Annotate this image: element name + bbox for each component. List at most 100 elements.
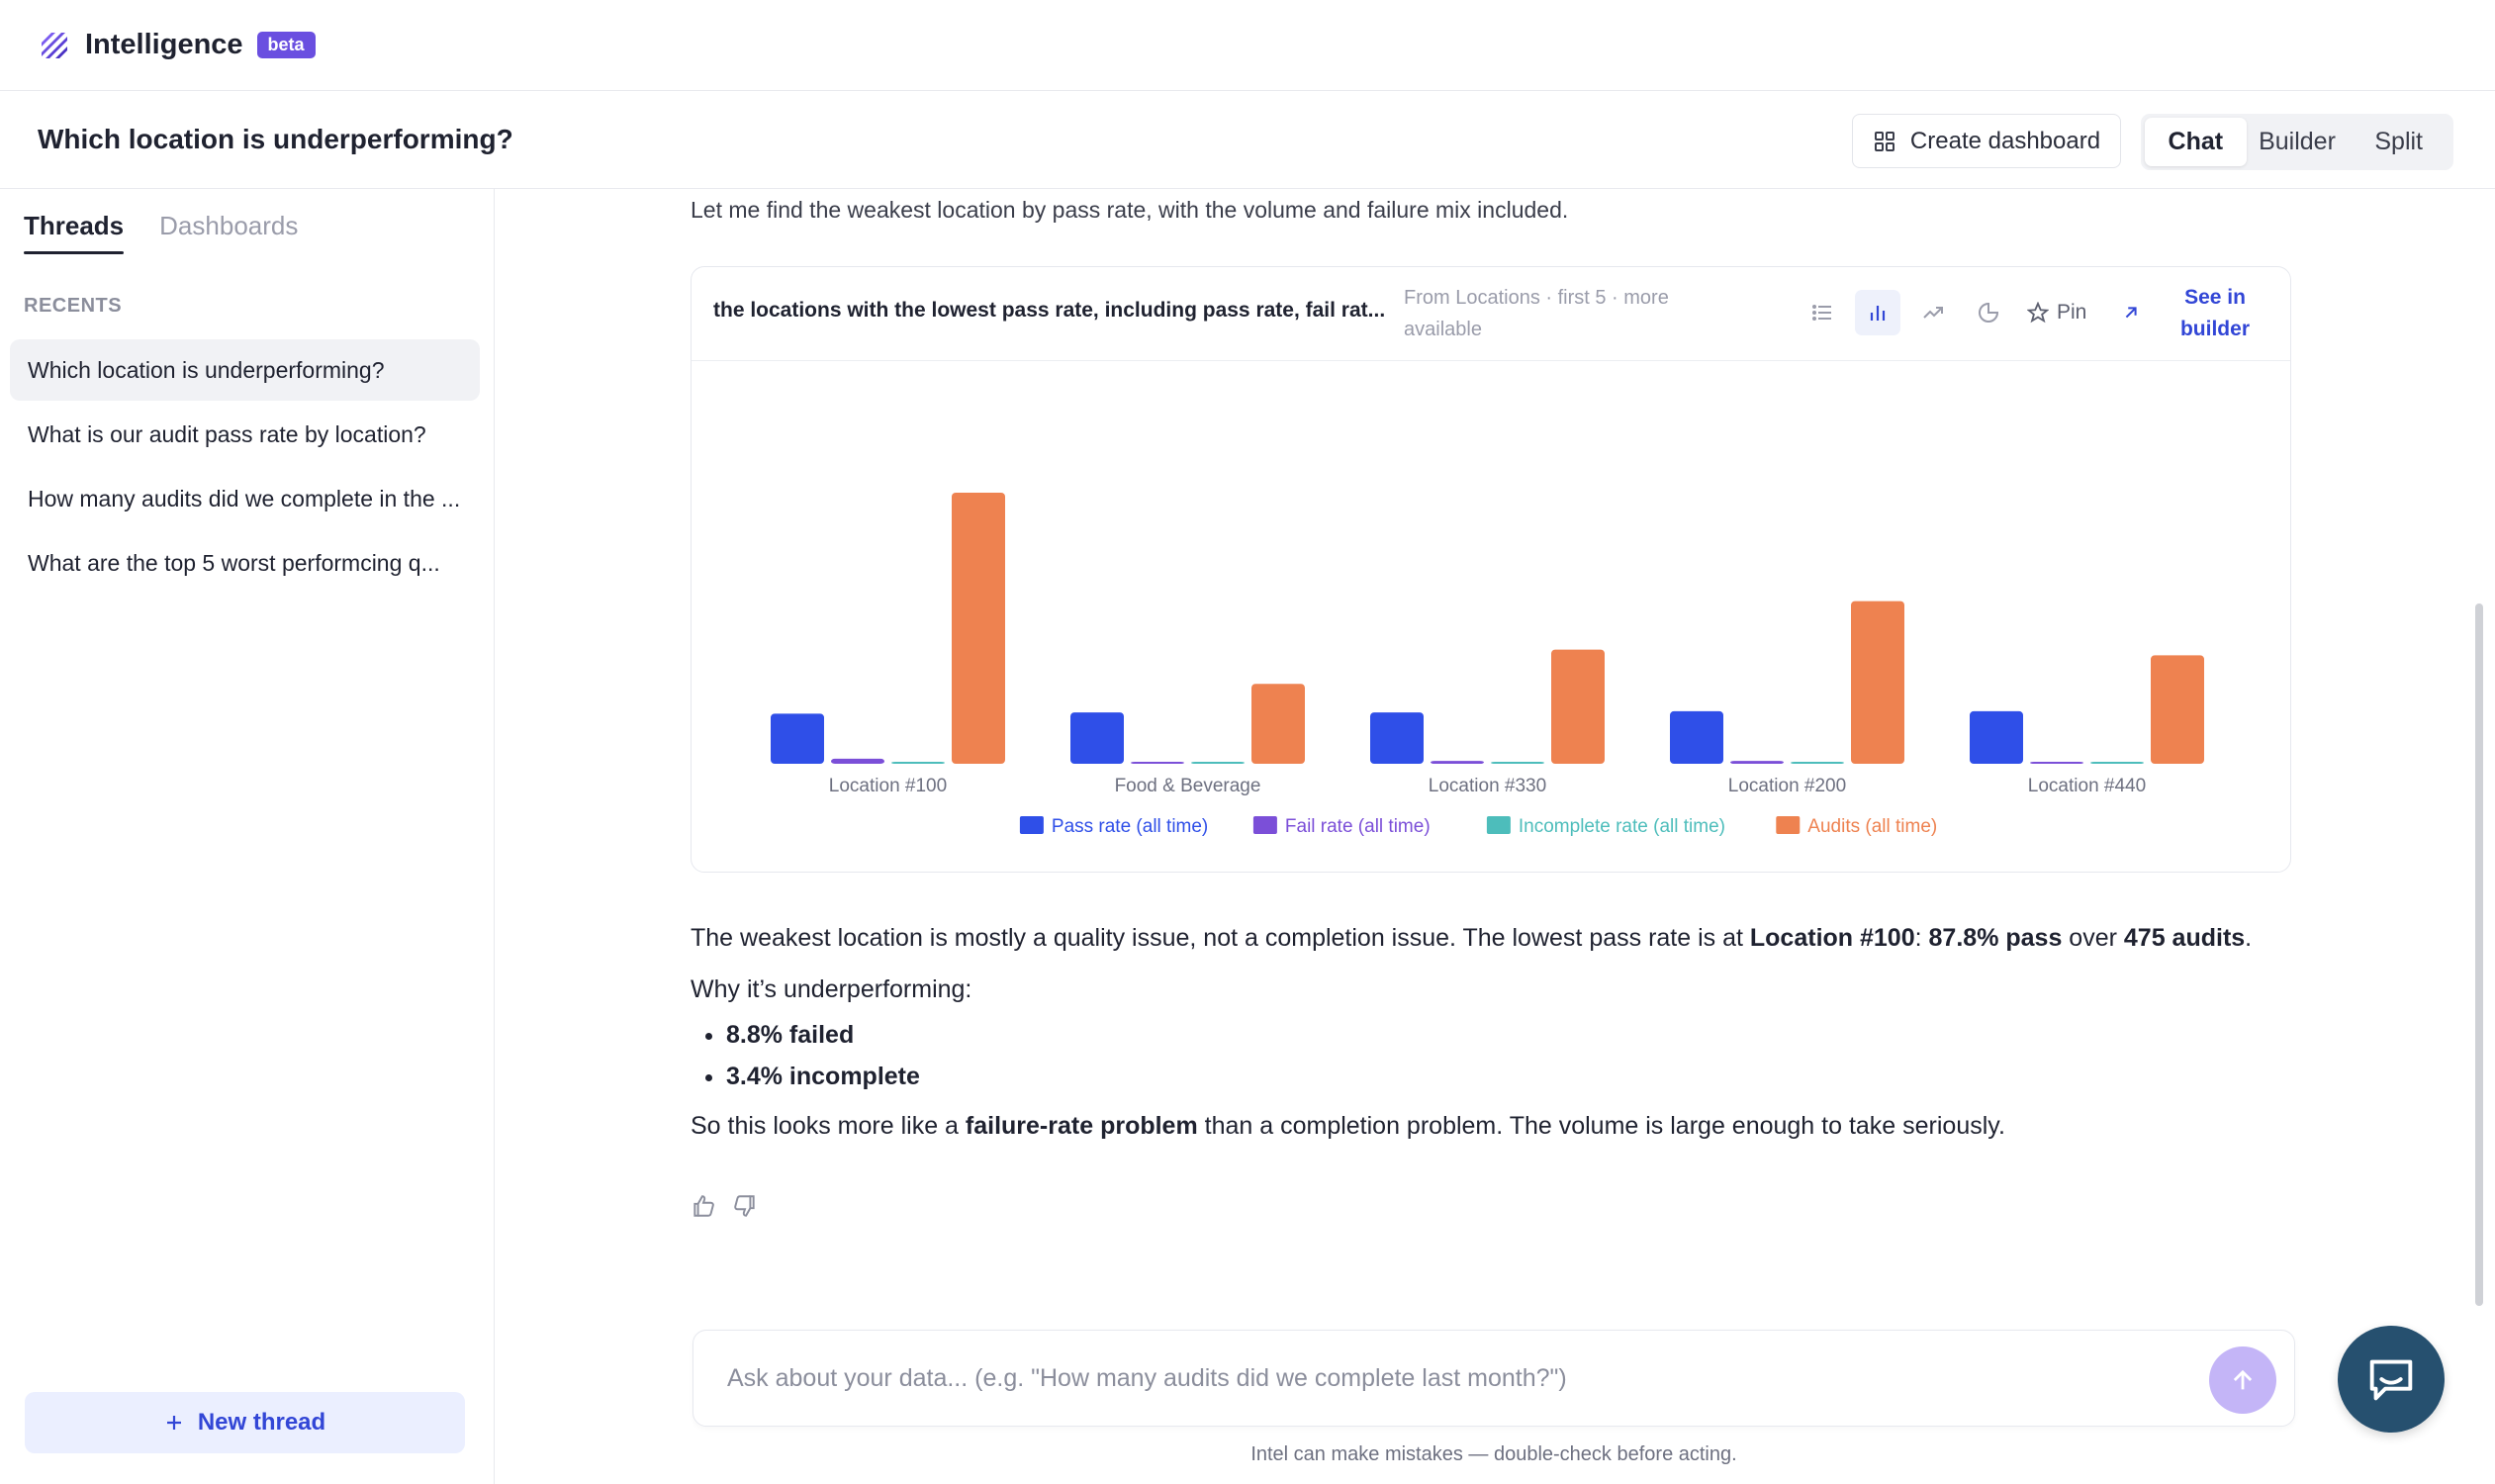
bar-3-4[interactable] — [2151, 655, 2204, 764]
line-chart-view-button[interactable] — [1910, 290, 1956, 335]
trend-icon — [1923, 307, 1943, 319]
x-tick-label: Location #200 — [1728, 776, 1846, 796]
sidebar-tabs: Threads Dashboards — [24, 189, 298, 262]
answer-highlight: Location #100 — [1749, 924, 1915, 952]
bar-2-0[interactable] — [891, 762, 945, 764]
legend-swatch — [1776, 816, 1801, 834]
scrollbar[interactable] — [2475, 603, 2483, 1306]
plus-icon — [166, 1416, 181, 1430]
bar-0-0[interactable] — [771, 713, 824, 764]
chart-question: the locations with the lowest pass rate,… — [713, 299, 1386, 322]
thread-item[interactable]: Which location is underperforming? — [10, 339, 480, 401]
bar-3-3[interactable] — [1851, 601, 1904, 764]
bar-0-3[interactable] — [1670, 710, 1723, 764]
arrow-up-icon — [2233, 1369, 2253, 1390]
list-item: 8.8% failed — [726, 1018, 2313, 1052]
thread-item[interactable]: What are the top 5 worst performcing q..… — [10, 532, 480, 594]
bar-3-2[interactable] — [1551, 649, 1605, 764]
bar-1-4[interactable] — [2030, 762, 2083, 764]
bar-3-0[interactable] — [952, 492, 1005, 764]
bar-2-4[interactable] — [2090, 762, 2144, 764]
x-tick-label: Location #330 — [1429, 776, 1546, 796]
list-item: 3.4% incomplete — [726, 1060, 2313, 1093]
send-button[interactable] — [2209, 1346, 2276, 1414]
create-dashboard-button[interactable]: Create dashboard — [1852, 114, 2121, 168]
view-toggle: Chat Builder Split — [2141, 114, 2453, 170]
chat-bubble-icon — [2369, 1359, 2413, 1401]
legend-item[interactable]: Incomplete rate (all time) — [1519, 816, 1725, 837]
table-view-button[interactable] — [1800, 290, 1845, 335]
thumbs-down-icon[interactable] — [732, 1193, 758, 1219]
answer-paragraph: So this looks more like a failure-rate p… — [691, 1109, 2313, 1143]
bar-1-3[interactable] — [1730, 761, 1784, 764]
app-title: Intelligence — [85, 29, 243, 60]
thread-item[interactable]: How many audits did we complete in the .… — [10, 468, 480, 529]
bar-2-2[interactable] — [1491, 762, 1544, 764]
view-chat-button[interactable]: Chat — [2145, 118, 2247, 166]
thread-item[interactable]: What is our audit pass rate by location? — [10, 404, 480, 465]
answer-highlight: 3.4% incomplete — [726, 1063, 920, 1090]
legend-item[interactable]: Fail rate (all time) — [1285, 816, 1431, 837]
page-title: Which location is underperforming? — [38, 124, 513, 154]
star-icon — [2027, 302, 2049, 324]
assistant-answer: The weakest location is mostly a quality… — [691, 921, 2313, 1160]
support-chat-button[interactable] — [2338, 1326, 2445, 1433]
pie-chart-view-button[interactable] — [1966, 290, 2011, 335]
pin-button[interactable]: Pin — [2027, 301, 2086, 325]
pie-chart-icon — [1979, 302, 1999, 323]
see-in-builder-link[interactable]: See in builder — [2166, 282, 2264, 345]
chat-composer — [693, 1330, 2295, 1427]
chart-source: From Locations · first 5 · more availabl… — [1404, 287, 1669, 340]
answer-paragraph: Why it’s underperforming: — [691, 975, 972, 1003]
legend-item[interactable]: Audits (all time) — [1807, 816, 1937, 837]
answer-text: . — [2245, 924, 2253, 952]
x-tick-label: Food & Beverage — [1115, 776, 1261, 796]
answer-highlight: 8.8% failed — [726, 1021, 855, 1049]
beta-badge: beta — [256, 32, 316, 58]
answer-highlight: failure-rate problem — [965, 1112, 1198, 1140]
new-thread-label: New thread — [197, 1409, 326, 1436]
bar-0-4[interactable] — [1970, 710, 2023, 764]
answer-bullets: 8.8% failed 3.4% incomplete — [726, 1018, 2313, 1093]
tab-dashboards[interactable]: Dashboards — [159, 189, 298, 262]
disclaimer: Intel can make mistakes — double-check b… — [1250, 1443, 1737, 1465]
bar-1-0[interactable] — [831, 758, 884, 764]
arrow-up-right-icon[interactable] — [2120, 302, 2142, 324]
bar-0-2[interactable] — [1370, 712, 1424, 764]
legend-item[interactable]: Pass rate (all time) — [1052, 816, 1208, 837]
bar-0-1[interactable] — [1070, 712, 1124, 764]
create-dashboard-label: Create dashboard — [1909, 127, 2101, 154]
answer-highlight: 87.8% pass — [1928, 924, 2063, 952]
x-tick-label: Location #440 — [2028, 776, 2146, 796]
top-bar: Intelligence beta — [0, 0, 2495, 91]
view-split-button[interactable]: Split — [2348, 118, 2449, 166]
legend-swatch — [1486, 816, 1511, 834]
bar-chart-icon — [1870, 306, 1886, 321]
answer-text: So this looks more like a — [691, 1112, 966, 1140]
answer-text: : — [1914, 924, 1929, 952]
tab-threads[interactable]: Threads — [24, 189, 125, 262]
view-builder-button[interactable]: Builder — [2247, 118, 2349, 166]
recents-label: RECENTS — [24, 295, 123, 317]
x-tick-label: Location #100 — [829, 776, 947, 796]
bar-1-2[interactable] — [1431, 761, 1484, 764]
thumbs-up-icon[interactable] — [691, 1193, 716, 1219]
bar-chart: Location #100 Food & Beverage Location #33… — [771, 492, 2204, 837]
bar-chart-view-button[interactable] — [1855, 290, 1900, 335]
page-header: Which location is underperforming? Creat… — [0, 91, 2495, 189]
answer-text: over — [2062, 924, 2124, 952]
legend-swatch — [1019, 816, 1044, 834]
bar-3-1[interactable] — [1251, 684, 1305, 764]
feedback-buttons — [691, 1193, 758, 1219]
chat-input[interactable] — [727, 1363, 2152, 1393]
bar-1-1[interactable] — [1131, 762, 1184, 764]
bar-2-3[interactable] — [1791, 762, 1844, 764]
chart-card: the locations with the lowest pass rate,… — [691, 266, 2291, 873]
thread-list: Which location is underperforming? What … — [10, 339, 480, 597]
new-thread-button[interactable]: New thread — [25, 1392, 465, 1453]
chart-card-header: the locations with the lowest pass rate,… — [692, 267, 2290, 361]
bar-2-1[interactable] — [1191, 762, 1245, 764]
legend-swatch — [1252, 816, 1277, 834]
sidebar: Threads Dashboards RECENTS Which locatio… — [0, 189, 495, 1484]
chart-toolbar: Pin — [1800, 287, 2142, 338]
